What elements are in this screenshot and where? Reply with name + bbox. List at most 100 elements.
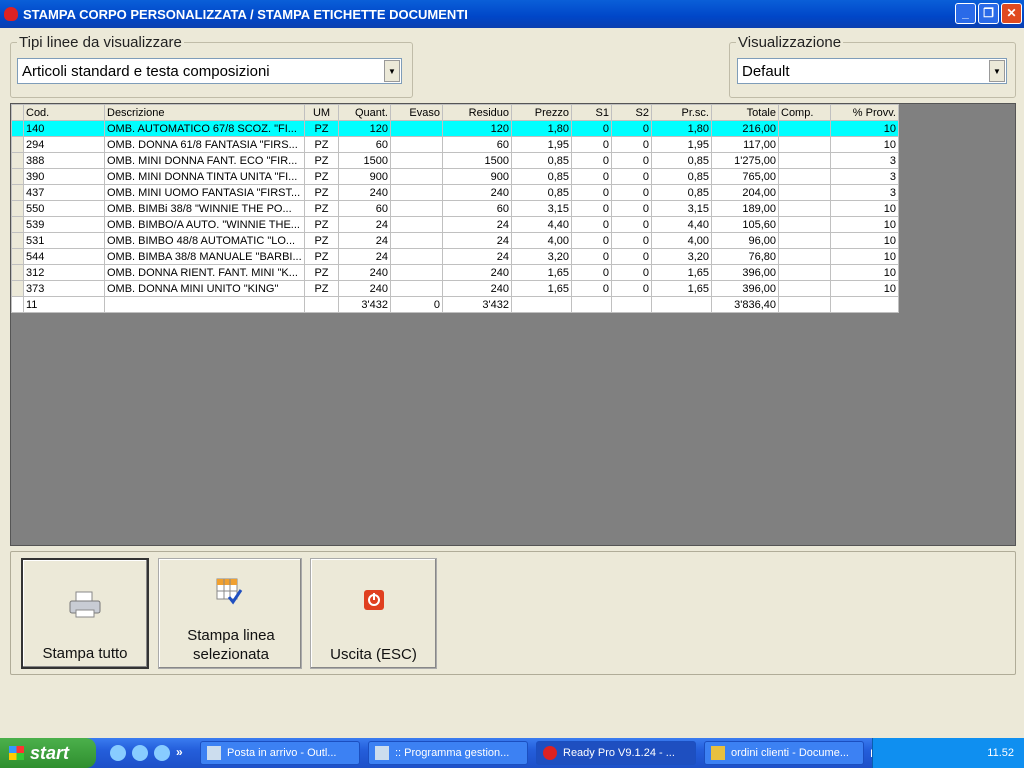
- table-row[interactable]: 390 OMB. MINI DONNA TINTA UNITA "FI... PZ 9…: [11, 168, 899, 185]
- row-selector[interactable]: [11, 152, 24, 169]
- task-readypro[interactable]: Ready Pro V9.1.24 - ...: [536, 741, 696, 765]
- cell: [778, 152, 831, 169]
- cell: [651, 296, 712, 313]
- column-header[interactable]: UM: [304, 104, 339, 121]
- task-ordini[interactable]: ordini clienti - Docume...: [704, 741, 864, 765]
- column-header[interactable]: Pr.sc.: [651, 104, 712, 121]
- cell: 0,85: [651, 168, 712, 185]
- cell: 0,85: [511, 152, 572, 169]
- totals-row[interactable]: 11 3'432 0 3'432 3'836,40: [11, 296, 899, 313]
- cell: OMB. DONNA 61/8 FANTASIA "FIRS...: [104, 136, 305, 153]
- cell: [390, 280, 443, 297]
- taskbar: start » Posta in arrivo - Outl... :: Pro…: [0, 738, 1024, 768]
- row-selector[interactable]: [11, 168, 24, 185]
- table-row[interactable]: 140 OMB. AUTOMATICO 67/8 SCOZ. "FI... PZ 12…: [11, 120, 899, 137]
- cell: [571, 296, 612, 313]
- ie-icon[interactable]: [110, 745, 126, 761]
- print-line-button[interactable]: Stampa linea selezionata: [158, 558, 302, 669]
- column-header[interactable]: Evaso: [390, 104, 443, 121]
- minimize-button[interactable]: _: [955, 3, 976, 24]
- cell: OMB. MINI DONNA TINTA UNITA "FI...: [104, 168, 305, 185]
- column-header[interactable]: Descrizione: [104, 104, 305, 121]
- exit-button[interactable]: Uscita (ESC): [310, 558, 437, 669]
- cell: 1'275,00: [711, 152, 779, 169]
- row-selector[interactable]: [11, 184, 24, 201]
- cell: [778, 168, 831, 185]
- cell: [390, 168, 443, 185]
- table-row[interactable]: 388 OMB. MINI DONNA FANT. ECO "FIR... PZ 15…: [11, 152, 899, 169]
- row-selector[interactable]: [11, 216, 24, 233]
- row-header-corner: [11, 104, 24, 121]
- cell: [390, 152, 443, 169]
- cell: 0: [611, 248, 652, 265]
- lines-grid[interactable]: Cod. Descrizione UM Quant. Evaso Residuo Prezz…: [10, 103, 1016, 546]
- cell: 0: [611, 152, 652, 169]
- restore-button[interactable]: ❐: [978, 3, 999, 24]
- row-selector[interactable]: [11, 200, 24, 217]
- windows-logo-icon: [9, 746, 24, 760]
- row-selector[interactable]: [11, 232, 24, 249]
- table-row[interactable]: 437 OMB. MINI UOMO FANTASIA "FIRST... PZ 24…: [11, 184, 899, 201]
- cell: [778, 232, 831, 249]
- cell: [104, 296, 305, 313]
- table-row[interactable]: 550 OMB. BIMBi 38/8 "WINNIE THE PO... PZ 60…: [11, 200, 899, 217]
- row-selector[interactable]: [11, 296, 24, 313]
- power-icon: [363, 590, 384, 610]
- column-header[interactable]: Totale: [711, 104, 779, 121]
- cell: 240: [442, 280, 512, 297]
- cell: OMB. DONNA RIENT. FANT. MINI "K...: [104, 264, 305, 281]
- cell: 0: [611, 136, 652, 153]
- more-chevron[interactable]: »: [176, 745, 183, 761]
- outlook-icon[interactable]: [132, 745, 148, 761]
- cell: 24: [338, 232, 391, 249]
- cell: PZ: [304, 216, 339, 233]
- cell: OMB. BIMBA 38/8 MANUALE "BARBI...: [104, 248, 305, 265]
- system-tray: 11.52: [872, 738, 1024, 768]
- row-selector[interactable]: [11, 248, 24, 265]
- column-header[interactable]: Comp.: [778, 104, 831, 121]
- column-header[interactable]: S1: [571, 104, 612, 121]
- cell: 0: [571, 216, 612, 233]
- cell: 140: [23, 120, 105, 137]
- row-selector[interactable]: [11, 264, 24, 281]
- cell: 3: [830, 168, 899, 185]
- print-line-label: Stampa linea selezionata: [187, 627, 275, 663]
- browser-icon[interactable]: [154, 745, 170, 761]
- visualizzazione-select[interactable]: Default ▼: [737, 58, 1007, 84]
- cell: 1,65: [511, 264, 572, 281]
- column-header[interactable]: S2: [611, 104, 652, 121]
- column-header[interactable]: Quant.: [338, 104, 391, 121]
- cell: 10: [830, 136, 899, 153]
- table-row[interactable]: 294 OMB. DONNA 61/8 FANTASIA "FIRS... PZ 60…: [11, 136, 899, 153]
- cell: OMB. MINI DONNA FANT. ECO "FIR...: [104, 152, 305, 169]
- cell: 0: [390, 296, 443, 313]
- row-selector[interactable]: [11, 280, 24, 297]
- chevron-down-icon[interactable]: ▼: [989, 60, 1005, 82]
- table-row[interactable]: 531 OMB. BIMBO 48/8 AUTOMATIC "LO... PZ 24 2…: [11, 232, 899, 249]
- task-outlook[interactable]: Posta in arrivo - Outl...: [200, 741, 360, 765]
- table-row[interactable]: 373 OMB. DONNA MINI UNITO "KING" PZ 240 240 1…: [11, 280, 899, 297]
- cell: 900: [442, 168, 512, 185]
- row-selector[interactable]: [11, 136, 24, 153]
- cell: PZ: [304, 152, 339, 169]
- tipi-linee-select[interactable]: Articoli standard e testa composizioni ▼: [17, 58, 402, 84]
- cell: [778, 248, 831, 265]
- task-label: Posta in arrivo - Outl...: [227, 747, 337, 759]
- close-button[interactable]: ✕: [1001, 3, 1022, 24]
- column-header[interactable]: % Provv.: [830, 104, 899, 121]
- cell: 388: [23, 152, 105, 169]
- column-header[interactable]: Cod.: [23, 104, 105, 121]
- table-row[interactable]: 312 OMB. DONNA RIENT. FANT. MINI "K... PZ 2…: [11, 264, 899, 281]
- task-programma[interactable]: :: Programma gestion...: [368, 741, 528, 765]
- table-row[interactable]: 539 OMB. BIMBO/A AUTO. "WINNIE THE... PZ 24…: [11, 216, 899, 233]
- cell: [778, 120, 831, 137]
- start-button[interactable]: start: [0, 738, 96, 768]
- cell: [830, 296, 899, 313]
- column-header[interactable]: Prezzo: [511, 104, 572, 121]
- table-row[interactable]: 544 OMB. BIMBA 38/8 MANUALE "BARBI... PZ 24…: [11, 248, 899, 265]
- column-header[interactable]: Residuo: [442, 104, 512, 121]
- cell: 1,65: [651, 280, 712, 297]
- row-selector[interactable]: [11, 120, 24, 137]
- chevron-down-icon[interactable]: ▼: [384, 60, 400, 82]
- print-all-button[interactable]: Stampa tutto: [21, 558, 149, 669]
